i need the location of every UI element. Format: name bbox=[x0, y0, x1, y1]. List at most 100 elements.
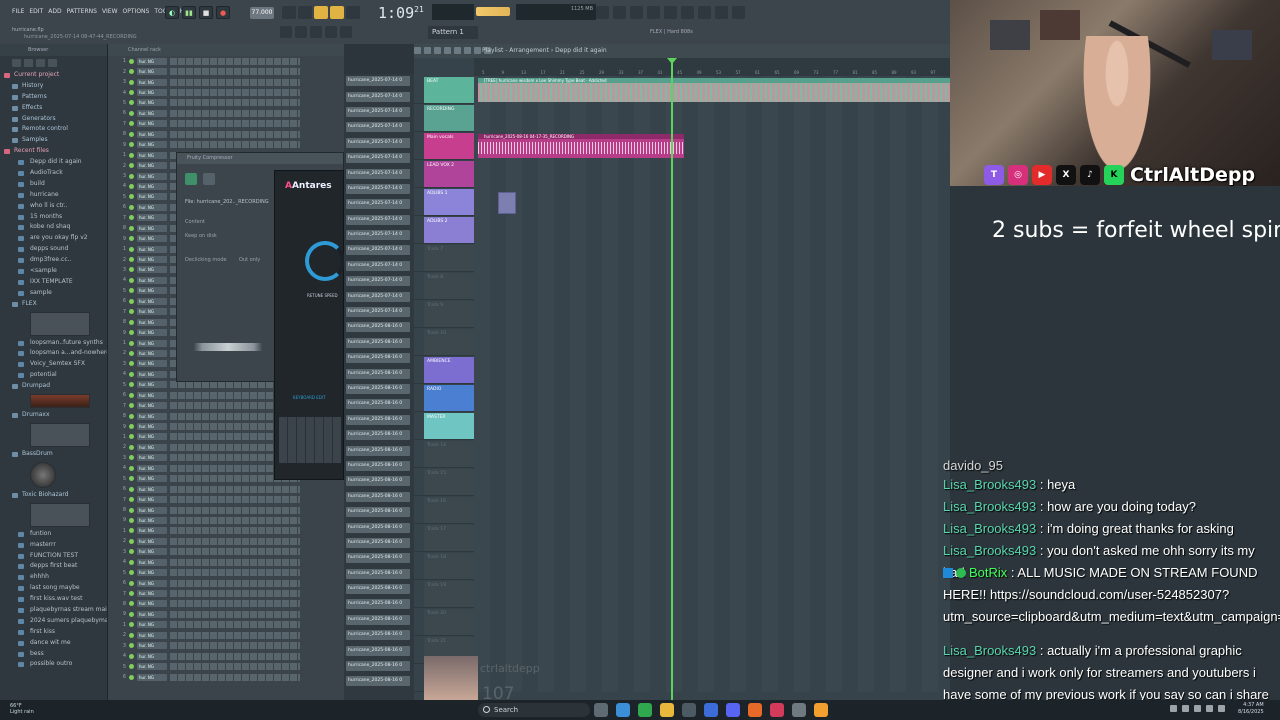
chat-username[interactable]: Lisa_Brooks493 bbox=[943, 477, 1036, 492]
pl-menu-icon[interactable] bbox=[414, 47, 421, 54]
track-header[interactable]: Track 19 bbox=[424, 581, 474, 607]
channel-name[interactable]: hur. NG bbox=[137, 506, 167, 514]
firefox-icon[interactable] bbox=[748, 703, 762, 717]
step-sequencer[interactable] bbox=[170, 141, 300, 149]
edge-icon[interactable] bbox=[616, 703, 630, 717]
clip-list-item[interactable]: hurricane_2025-07-14 0 bbox=[344, 274, 414, 289]
channel-row[interactable]: 4 hur. NG bbox=[108, 651, 344, 661]
clip-list-item[interactable]: hurricane_2025-08-16 0 bbox=[344, 459, 414, 474]
weather-widget[interactable]: 66°F Light rain bbox=[10, 703, 34, 715]
channel-led[interactable] bbox=[129, 643, 134, 649]
step-sequencer[interactable] bbox=[170, 590, 300, 598]
track-lane[interactable] bbox=[474, 216, 950, 244]
browser-item[interactable]: sample bbox=[0, 288, 107, 299]
pattern-song-toggle[interactable]: ◐ bbox=[165, 6, 179, 19]
browser-item[interactable]: History bbox=[0, 81, 107, 92]
channel-row[interactable]: 9 hur. NG bbox=[108, 609, 344, 619]
channel-name[interactable]: hur. NG bbox=[137, 610, 167, 618]
step-sequencer[interactable] bbox=[170, 558, 300, 566]
channel-name[interactable]: hur. NG bbox=[137, 256, 167, 264]
channel-led[interactable] bbox=[129, 455, 134, 461]
step-sequencer[interactable] bbox=[170, 548, 300, 556]
clip-list-item[interactable]: hurricane_2025-07-14 0 bbox=[344, 89, 414, 104]
channel-row[interactable]: 3 hur. NG bbox=[108, 77, 344, 87]
channel-row[interactable]: 6 hur. NG bbox=[108, 578, 344, 588]
chat-username[interactable]: Lisa_Brooks493 bbox=[943, 499, 1036, 514]
channel-name[interactable]: hur. NG bbox=[137, 663, 167, 671]
channel-name[interactable]: hur. NG bbox=[137, 141, 167, 149]
channel-name[interactable]: hur. NG bbox=[137, 162, 167, 170]
channel-led[interactable] bbox=[129, 163, 134, 169]
channel-name[interactable]: hur. NG bbox=[137, 266, 167, 274]
channel-led[interactable] bbox=[129, 570, 134, 576]
channel-row[interactable]: 2 hur. NG bbox=[108, 536, 344, 546]
download-icon[interactable] bbox=[732, 6, 745, 19]
step-sequencer[interactable] bbox=[170, 631, 300, 639]
channel-name[interactable]: hur. NG bbox=[137, 496, 167, 504]
app-icon[interactable] bbox=[792, 703, 806, 717]
channel-led[interactable] bbox=[129, 559, 134, 565]
channel-row[interactable]: 5 hur. NG bbox=[108, 98, 344, 108]
pl-slice-icon[interactable] bbox=[474, 47, 481, 54]
browser-item[interactable]: ehhhh bbox=[0, 572, 107, 583]
channel-name[interactable]: hur. NG bbox=[137, 516, 167, 524]
track-header[interactable]: MASTER bbox=[424, 413, 474, 439]
chrome-icon[interactable] bbox=[638, 703, 652, 717]
clip-list-item[interactable]: hurricane_2025-08-16 0 bbox=[344, 674, 414, 689]
step-sequencer[interactable] bbox=[170, 120, 300, 128]
browser-tree-icon[interactable] bbox=[36, 59, 45, 67]
channel-name[interactable]: hur. NG bbox=[137, 485, 167, 493]
track-lane[interactable] bbox=[474, 608, 950, 636]
channel-name[interactable]: hur. NG bbox=[137, 412, 167, 420]
step-sequencer[interactable] bbox=[170, 109, 300, 117]
playhead-marker[interactable] bbox=[667, 58, 677, 64]
clip-list-item[interactable]: hurricane_2025-08-16 0 bbox=[344, 413, 414, 428]
channel-led[interactable] bbox=[129, 173, 134, 179]
track-lane[interactable] bbox=[474, 412, 950, 440]
channel-row[interactable]: 3 hur. NG bbox=[108, 641, 344, 651]
clip-list-item[interactable]: hurricane_2025-07-14 0 bbox=[344, 197, 414, 212]
channel-row[interactable]: 8 hur. NG bbox=[108, 599, 344, 609]
menu-options[interactable]: OPTIONS bbox=[123, 8, 150, 15]
channel-led[interactable] bbox=[129, 267, 134, 273]
help-icon[interactable] bbox=[681, 6, 694, 19]
channel-row[interactable]: 3 hur. NG bbox=[108, 547, 344, 557]
clip-list-item[interactable]: hurricane_2025-07-14 0 bbox=[344, 151, 414, 166]
channel-row[interactable]: 2 hur. NG bbox=[108, 66, 344, 76]
channel-led[interactable] bbox=[129, 371, 134, 377]
channel-row[interactable]: 8 hur. NG bbox=[108, 505, 344, 515]
channel-name[interactable]: hur. NG bbox=[137, 339, 167, 347]
channel-led[interactable] bbox=[129, 497, 134, 503]
track-lane[interactable] bbox=[474, 328, 950, 356]
browser-item[interactable]: FUNCTION TEST bbox=[0, 551, 107, 562]
clip-list-item[interactable]: hurricane_2025-08-16 0 bbox=[344, 505, 414, 520]
channel-row[interactable]: 2 hur. NG bbox=[108, 630, 344, 640]
channel-led[interactable] bbox=[129, 79, 134, 85]
channel-led[interactable] bbox=[129, 653, 134, 659]
channel-name[interactable]: hur. NG bbox=[137, 579, 167, 587]
browser-back-icon[interactable] bbox=[12, 59, 21, 67]
clip-list-item[interactable]: hurricane_2025-08-16 0 bbox=[344, 382, 414, 397]
channel-name[interactable]: hur. NG bbox=[137, 464, 167, 472]
browser-item[interactable]: Recent files bbox=[0, 146, 107, 157]
channel-name[interactable]: hur. NG bbox=[137, 276, 167, 284]
channel-name[interactable]: hur. NG bbox=[137, 423, 167, 431]
clip-list-item[interactable]: hurricane_2025-08-16 0 bbox=[344, 351, 414, 366]
channel-name[interactable]: hur. NG bbox=[137, 172, 167, 180]
channel-name[interactable]: hur. NG bbox=[137, 214, 167, 222]
channel-led[interactable] bbox=[129, 434, 134, 440]
browser-item[interactable]: Effects bbox=[0, 103, 107, 114]
channel-led[interactable] bbox=[129, 319, 134, 325]
browser-item[interactable]: build bbox=[0, 179, 107, 190]
clip-list-item[interactable]: hurricane_2025-08-16 0 bbox=[344, 520, 414, 535]
channel-name[interactable]: hur. NG bbox=[137, 673, 167, 681]
step-sequencer[interactable] bbox=[170, 516, 300, 524]
clip-list-item[interactable]: hurricane_2025-08-16 0 bbox=[344, 567, 414, 582]
channel-row[interactable]: 9 hur. NG bbox=[108, 140, 344, 150]
channel-led[interactable] bbox=[129, 350, 134, 356]
channel-led[interactable] bbox=[129, 194, 134, 200]
plugin-tab-wrench-icon[interactable] bbox=[203, 173, 215, 185]
channel-led[interactable] bbox=[129, 611, 134, 617]
step-sequencer[interactable] bbox=[170, 68, 300, 76]
clip-list-item[interactable]: hurricane_2025-08-16 0 bbox=[344, 613, 414, 628]
